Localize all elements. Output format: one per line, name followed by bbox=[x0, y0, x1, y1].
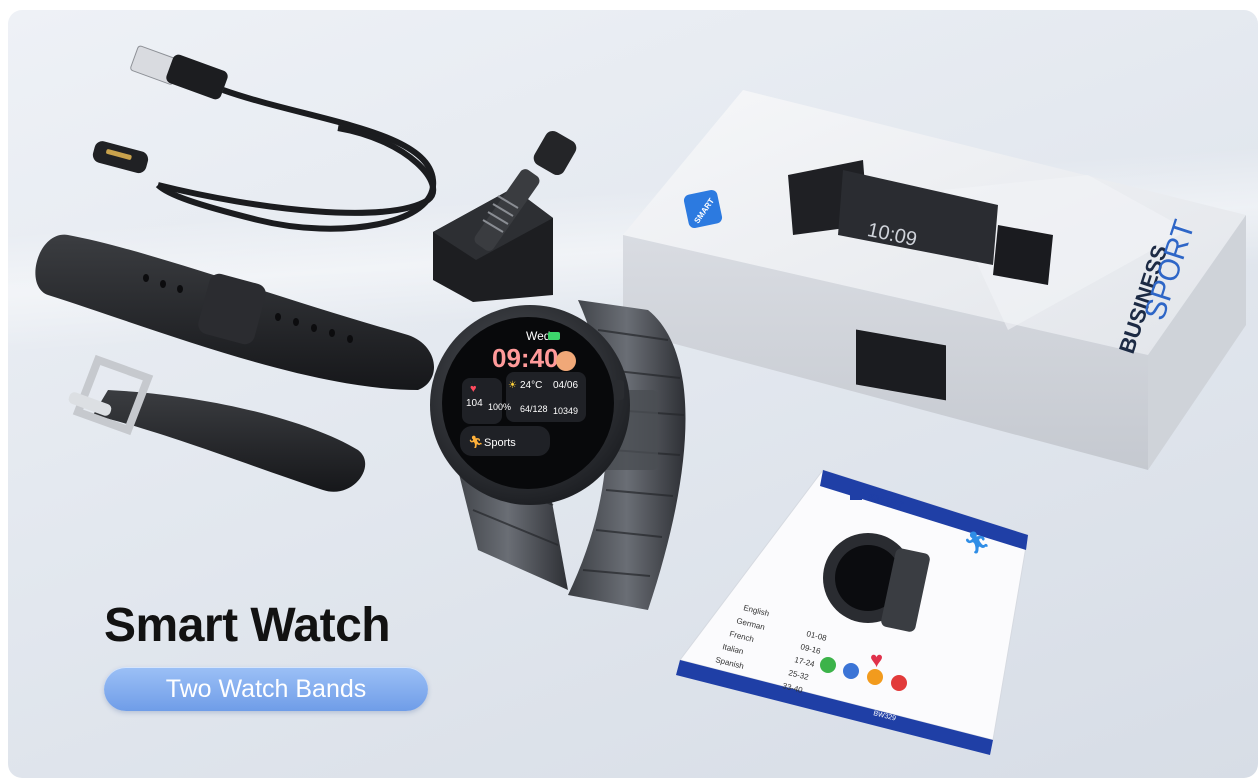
watch-blood-oxygen: 100% bbox=[488, 402, 511, 412]
smart-watch: Wed 09:40 ♥ 104 ☀ 24°C 04/06 100% 64/128… bbox=[430, 300, 686, 610]
watch-heart-rate: 104 bbox=[466, 398, 483, 409]
app-icon bbox=[867, 669, 883, 685]
bands-badge-label: Two Watch Bands bbox=[165, 674, 367, 703]
product-box: SMART 10:09 BUSINESS SPORT bbox=[623, 90, 1246, 470]
user-manual: SMART 🏃︎ English German French Italian S… bbox=[676, 469, 1029, 755]
watch-steps: 10349 bbox=[553, 406, 578, 416]
runner-icon: 🏃︎ bbox=[963, 530, 991, 555]
heart-icon: ♥ bbox=[870, 647, 883, 672]
sun-icon: ☀ bbox=[508, 380, 517, 391]
app-icon bbox=[891, 675, 907, 691]
app-icon bbox=[820, 657, 836, 673]
watch-temperature: 24°C bbox=[520, 380, 542, 391]
headline: Smart Watch bbox=[104, 599, 391, 652]
product-scene: SMART 10:09 BUSINESS SPORT Wed 09:40 ♥ 1… bbox=[35, 45, 1246, 755]
strap-remover-tool bbox=[433, 130, 577, 302]
bands-badge: Two Watch Bands bbox=[104, 667, 428, 711]
app-icon bbox=[843, 663, 859, 679]
watch-date: 04/06 bbox=[553, 380, 578, 391]
product-photo-frame: SMART 10:09 BUSINESS SPORT Wed 09:40 ♥ 1… bbox=[8, 10, 1258, 778]
heart-icon: ♥ bbox=[470, 383, 477, 395]
usb-charging-cable bbox=[92, 45, 437, 232]
watch-day: Wed bbox=[526, 329, 550, 343]
watch-time: 09:40 bbox=[492, 343, 559, 373]
buckle-watch-band bbox=[68, 354, 366, 492]
runner-icon: 🏃︎ bbox=[468, 435, 483, 449]
watch-activity: Sports bbox=[484, 437, 516, 449]
watch-blood-pressure: 64/128 bbox=[520, 404, 548, 414]
